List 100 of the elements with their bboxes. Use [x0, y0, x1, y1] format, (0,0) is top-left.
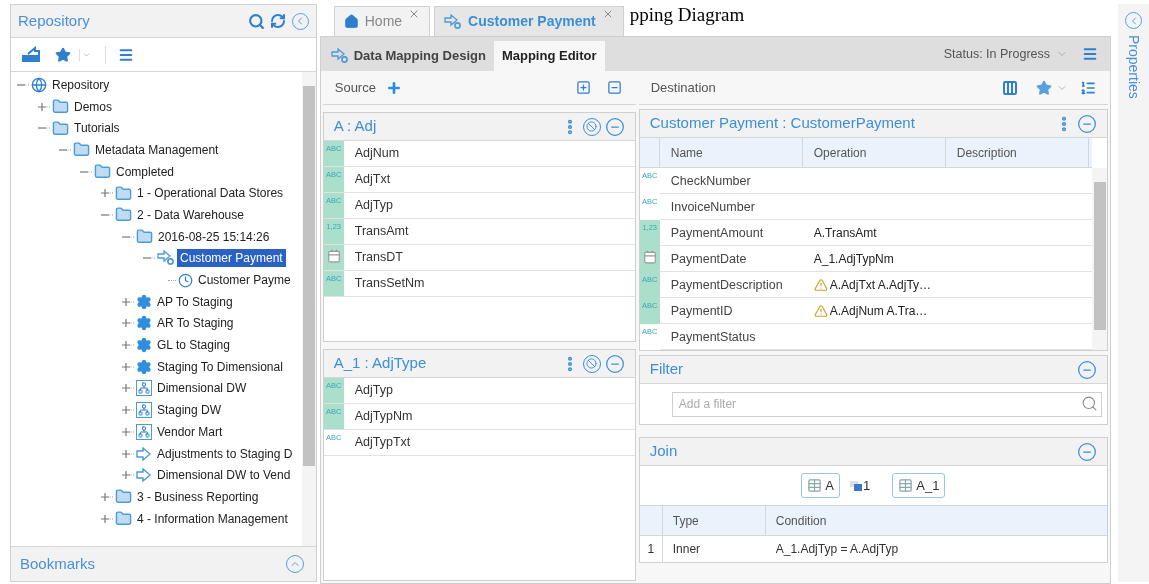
- filter-field[interactable]: Add a filter: [671, 391, 1103, 417]
- tree-item[interactable]: AP To Staging: [154, 292, 236, 311]
- card-title: Filter: [649, 359, 685, 380]
- field-name[interactable]: AdjTyp: [343, 193, 635, 218]
- collapse-icon[interactable]: [604, 353, 625, 374]
- tree-item[interactable]: Completed: [113, 162, 178, 181]
- expand-icon[interactable]: [101, 513, 113, 524]
- field-name[interactable]: AdjTxt: [343, 167, 635, 192]
- tree-item[interactable]: 3 - Business Reporting: [134, 487, 262, 506]
- folder-icon: [115, 488, 132, 506]
- status-dropdown[interactable]: Status: In Progress: [943, 44, 1051, 64]
- card-title: Join: [649, 441, 679, 462]
- folder-icon: [52, 98, 69, 116]
- gear-icon: [136, 293, 152, 310]
- expand-icon[interactable]: [122, 361, 134, 372]
- expand-icon[interactable]: [122, 405, 134, 416]
- table-icon: [807, 478, 823, 493]
- tree-item[interactable]: Staging To Dimensional: [154, 357, 286, 376]
- join-table-button[interactable]: A_1: [892, 473, 946, 498]
- tree-item[interactable]: Customer Payment: [177, 249, 286, 268]
- arrow-icon: [136, 468, 152, 483]
- arrow-gear-icon: [157, 250, 175, 267]
- expand-icon[interactable]: [122, 448, 134, 459]
- tree-item[interactable]: 2 - Data Warehouse: [134, 205, 247, 224]
- section-title: Source: [334, 78, 376, 97]
- tree-item[interactable]: GL to Staging: [154, 336, 233, 355]
- expand-all-icon[interactable]: [575, 80, 591, 95]
- tree-item[interactable]: Dimensional DW: [154, 379, 250, 398]
- field-name[interactable]: AdjTypNm: [343, 404, 635, 429]
- collapse-icon[interactable]: [1077, 359, 1098, 380]
- tree-item[interactable]: Adjustments to Staging D: [154, 444, 296, 463]
- table-cell-text: A.AdjTxt A.AdjTy…: [829, 276, 932, 294]
- menu-icon[interactable]: [118, 46, 134, 63]
- section-title: Destination: [650, 78, 717, 97]
- gear-icon: [136, 315, 152, 332]
- star-icon[interactable]: [55, 46, 71, 63]
- table-cell-text: InvoiceNumber: [669, 199, 756, 216]
- collapse-icon[interactable]: [1077, 113, 1098, 134]
- expand-icon[interactable]: [122, 426, 134, 437]
- columns-icon[interactable]: [1002, 79, 1019, 96]
- field-name[interactable]: AdjNum: [343, 141, 635, 166]
- table-title: A : Adj: [333, 116, 378, 137]
- table-title: A_1 : AdjType: [333, 353, 428, 374]
- field-name[interactable]: AdjTyp: [343, 378, 635, 403]
- field-name[interactable]: TransAmt: [343, 219, 635, 244]
- collapse-all-icon[interactable]: [606, 80, 622, 95]
- expand-icon[interactable]: [122, 296, 134, 307]
- tree-item[interactable]: Vendor Mart: [154, 422, 226, 441]
- search-icon[interactable]: [1081, 395, 1099, 413]
- column-header[interactable]: Condition: [765, 506, 827, 535]
- column-header[interactable]: Name: [659, 138, 803, 167]
- tree-item[interactable]: Repository: [49, 75, 113, 94]
- scrollbar[interactable]: [301, 72, 316, 546]
- menu-icon[interactable]: [1082, 46, 1099, 62]
- table-cell-text: PaymentDate: [669, 251, 748, 268]
- expand-icon[interactable]: [38, 101, 50, 112]
- refresh-icon[interactable]: [269, 13, 286, 29]
- expand-icon[interactable]: [122, 383, 134, 394]
- table-icon: [898, 478, 914, 493]
- tree-item[interactable]: Dimensional DW to Vend: [154, 466, 294, 485]
- tree-item[interactable]: Staging DW: [154, 401, 225, 420]
- scrollbar[interactable]: [1092, 168, 1108, 350]
- folder-icon: [94, 163, 111, 181]
- expand-icon[interactable]: [122, 340, 134, 351]
- tree-item[interactable]: Metadata Management: [92, 140, 222, 159]
- tree-item[interactable]: Tutorials: [71, 119, 123, 138]
- table-cell-text: PaymentStatus: [669, 329, 757, 346]
- folder-icon: [73, 141, 90, 159]
- open-folder-icon[interactable]: [21, 46, 41, 63]
- folder-icon: [136, 228, 153, 246]
- tree-item[interactable]: 4 - Information Management: [134, 509, 291, 528]
- field-name[interactable]: AdjTypTxt: [343, 430, 635, 455]
- expand-icon[interactable]: [101, 188, 113, 199]
- tree-item[interactable]: 2016-08-25 15:14:26: [155, 227, 273, 246]
- tree-item[interactable]: 1 - Operational Data Stores: [134, 184, 287, 203]
- expand-icon[interactable]: [122, 318, 134, 329]
- table-title: Customer Payment : CustomerPayment: [649, 113, 916, 134]
- expand-icon[interactable]: [122, 470, 134, 481]
- join-table-button[interactable]: A: [801, 473, 841, 498]
- tree-item[interactable]: AR To Staging: [154, 314, 237, 333]
- collapse-icon[interactable]: [604, 116, 625, 137]
- column-header[interactable]: Operation: [802, 138, 946, 167]
- column-header[interactable]: Description: [945, 138, 1089, 167]
- tree-item[interactable]: Customer Payme: [195, 271, 294, 290]
- numbered-list-icon[interactable]: [1080, 79, 1097, 96]
- view-tab[interactable]: Mapping Editor: [493, 41, 605, 71]
- panel-title: Repository: [18, 10, 91, 31]
- expand-icon[interactable]: [101, 491, 113, 502]
- field-name[interactable]: TransSetNm: [343, 271, 635, 296]
- home-icon: [343, 14, 359, 29]
- search-icon[interactable]: [247, 12, 265, 30]
- caption-text: pping Diagram: [629, 4, 745, 26]
- diagram-icon: [136, 402, 152, 419]
- star-icon[interactable]: [1036, 79, 1053, 96]
- add-icon[interactable]: [385, 79, 402, 96]
- column-header[interactable]: Type: [662, 506, 766, 535]
- field-name[interactable]: TransDT: [343, 245, 635, 270]
- collapse-icon[interactable]: [1077, 441, 1098, 462]
- view-tab[interactable]: Data Mapping Design: [322, 41, 494, 71]
- tree-item[interactable]: Demos: [71, 97, 115, 116]
